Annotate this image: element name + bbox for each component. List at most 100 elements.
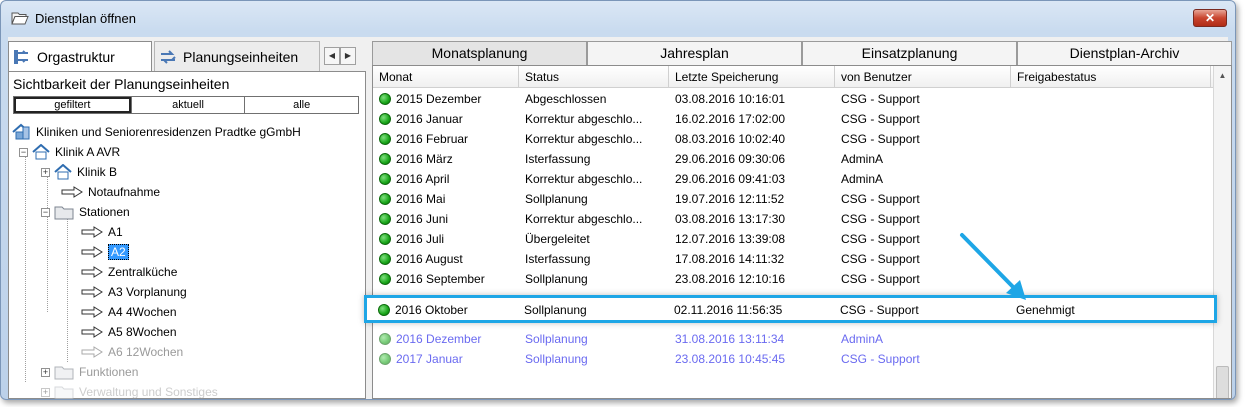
tree-node-verwaltung[interactable]: + Verwaltung und Sonstiges [41, 382, 218, 399]
tree-node-klinik-b[interactable]: + Klinik B [41, 162, 117, 182]
tree-label: Klinik B [77, 165, 118, 179]
status-green-dot-icon [379, 93, 391, 105]
scroll-up-icon[interactable]: ▲ [1214, 68, 1231, 84]
expand-icon[interactable]: + [41, 387, 50, 397]
plan-tabstrip: Monatsplanung Jahresplan Einsatzplanung … [372, 41, 1232, 65]
close-button[interactable]: ✕ [1193, 9, 1227, 27]
arrow-right-icon [81, 266, 103, 278]
table-row[interactable]: 2016 Juli Übergeleitet 12.07.2016 13:39:08… [373, 229, 1223, 249]
tab-planungseinheiten[interactable]: Planungseinheiten [154, 41, 320, 71]
status-green-dot-icon [379, 273, 391, 285]
cell-status: Sollplanung [525, 332, 588, 346]
tree-node-a6[interactable]: A6 12Wochen [81, 342, 183, 362]
tree-label: A6 12Wochen [108, 345, 184, 359]
tree-node-root[interactable]: Kliniken und Seniorenresidenzen Pradtke … [11, 122, 301, 142]
table-row[interactable]: 2016 April Korrektur abgeschlo... 29.06.20… [373, 169, 1223, 189]
column-header-status[interactable]: Status [519, 66, 669, 87]
table-row[interactable]: 2016 Februar Korrektur abgeschlo... 08.03.… [373, 129, 1223, 149]
tab-scroll-left-icon[interactable]: ◀ [324, 47, 340, 65]
cell-status: Sollplanung [525, 352, 588, 366]
table-row-highlighted[interactable]: 2016 Oktober Sollplanung 02.11.2016 11:5… [372, 300, 1222, 320]
tree-node-stationen[interactable]: − Stationen [41, 202, 130, 222]
folder-icon [54, 386, 74, 399]
visibility-label: Sichtbarkeit der Planungseinheiten [13, 76, 230, 92]
collapse-icon[interactable]: − [19, 147, 28, 157]
filter-alle[interactable]: alle [244, 97, 358, 113]
tree-node-zentralkueche[interactable]: Zentralküche [81, 262, 177, 282]
tree-node-a4[interactable]: A4 4Wochen [81, 302, 177, 322]
cell-saved: 08.03.2016 10:02:40 [675, 132, 786, 146]
cell-monat-text: 2016 Juni [396, 212, 449, 226]
cell-user: AdminA [841, 172, 884, 186]
tab-dienstplan-archiv[interactable]: Dienstplan-Archiv [1017, 41, 1232, 65]
tree-node-a5[interactable]: A5 8Wochen [81, 322, 177, 342]
cell-monat-text: 2016 Februar [396, 132, 469, 146]
cell-saved: 19.07.2016 12:11:52 [675, 192, 785, 206]
table-row[interactable]: 2016 Juni Korrektur abgeschlo... 03.08.201… [373, 209, 1223, 229]
expand-icon[interactable]: + [41, 167, 50, 177]
tree-label: A1 [108, 225, 123, 239]
grid-scrollbar[interactable]: ▲ [1213, 66, 1231, 398]
tab-scroll-right-icon[interactable]: ▶ [340, 47, 356, 65]
org-tree-panel: Sichtbarkeit der Planungseinheiten gefil… [8, 71, 366, 399]
tab-orgastruktur[interactable]: Orgastruktur [8, 41, 152, 71]
tab-monatsplanung[interactable]: Monatsplanung [372, 41, 587, 65]
tree-node-a3[interactable]: A3 Vorplanung [81, 282, 187, 302]
cell-monat-text: 2017 Januar [396, 352, 463, 366]
month-grid: Monat Status Letzte Speicherung von Benu… [372, 65, 1232, 399]
status-green-dot-icon [379, 193, 391, 205]
cell-monat-text: 2016 Juli [396, 232, 445, 246]
left-panel: Orgastruktur Planungseinheiten ◀ ▶ Sicht… [8, 37, 366, 399]
tree-node-a1[interactable]: A1 [81, 222, 123, 242]
cell-saved: 02.11.2016 11:56:35 [674, 303, 783, 317]
tree-label: Kliniken und Seniorenresidenzen Pradtke … [36, 125, 301, 139]
filter-gefiltert[interactable]: gefiltert [14, 97, 131, 113]
table-row[interactable]: 2016 Januar Korrektur abgeschlo... 16.02.2… [373, 109, 1223, 129]
column-header-monat[interactable]: Monat [373, 66, 519, 87]
title-bar[interactable]: Dienstplan öffnen ✕ [1, 1, 1235, 35]
table-row[interactable]: 2016 März Isterfassung 29.06.2016 09:30:06… [373, 149, 1223, 169]
cell-monat-text: 2016 August [396, 252, 463, 266]
cell-user: CSG - Support [841, 112, 920, 126]
cell-saved: 12.07.2016 13:39:08 [675, 232, 786, 246]
status-green-dot-icon [379, 253, 391, 265]
tree-node-notaufnahme[interactable]: Notaufnahme [61, 182, 160, 202]
collapse-icon[interactable]: − [41, 207, 50, 217]
tree-node-a2[interactable]: A2 [81, 242, 129, 262]
house-icon [54, 164, 72, 180]
cell-saved: 16.02.2016 17:02:00 [675, 112, 786, 126]
tab-einsatzplanung[interactable]: Einsatzplanung [802, 41, 1017, 65]
table-row[interactable]: 2017 Januar Sollplanung 23.08.2016 10:45:4… [373, 349, 1223, 369]
tree-label: A3 Vorplanung [108, 285, 187, 299]
table-row[interactable]: 2016 August Isterfassung 17.08.2016 14:11:… [373, 249, 1223, 269]
tree-label: Stationen [79, 205, 130, 219]
right-panel: Monatsplanung Jahresplan Einsatzplanung … [364, 37, 1232, 399]
table-row[interactable]: 2015 Dezember Abgeschlossen 03.08.2016 10:… [373, 89, 1223, 109]
tab-jahresplan[interactable]: Jahresplan [587, 41, 802, 65]
column-header-letzte-speicherung[interactable]: Letzte Speicherung [669, 66, 835, 87]
org-structure-icon [14, 49, 28, 64]
arrow-right-icon [61, 186, 83, 198]
folder-open-icon [11, 12, 29, 25]
cell-user: CSG - Support [841, 232, 920, 246]
cell-saved: 31.08.2016 13:11:34 [675, 332, 785, 346]
cell-status: Isterfassung [525, 252, 591, 266]
filter-aktuell[interactable]: aktuell [130, 97, 245, 113]
scroll-thumb[interactable] [1216, 366, 1229, 398]
table-row[interactable]: 2016 September Sollplanung 23.08.2016 12:1… [373, 269, 1223, 289]
table-row[interactable]: 2016 Dezember Sollplanung 31.08.2016 13:11… [373, 329, 1223, 349]
tree-node-klinik-a[interactable]: − Klinik A AVR [19, 142, 120, 162]
cell-monat-text: 2016 Oktober [395, 303, 468, 317]
column-header-freigabestatus[interactable]: Freigabestatus [1011, 66, 1211, 87]
cell-saved: 23.08.2016 12:10:16 [675, 272, 786, 286]
table-row[interactable]: 2016 Mai Sollplanung 19.07.2016 12:11:52 CS… [373, 189, 1223, 209]
expand-icon[interactable]: + [41, 367, 50, 377]
cell-saved: 29.06.2016 09:41:03 [675, 172, 786, 186]
cell-monat: 2016 Dezember [373, 332, 519, 346]
organization-icon [12, 123, 30, 140]
tree-node-funktionen[interactable]: + Funktionen [41, 362, 138, 382]
status-green-dot-icon [379, 153, 391, 165]
column-header-von-benutzer[interactable]: von Benutzer [835, 66, 1011, 87]
cell-monat: 2016 Januar [373, 112, 519, 126]
tree-label: Verwaltung und Sonstiges [79, 385, 218, 399]
